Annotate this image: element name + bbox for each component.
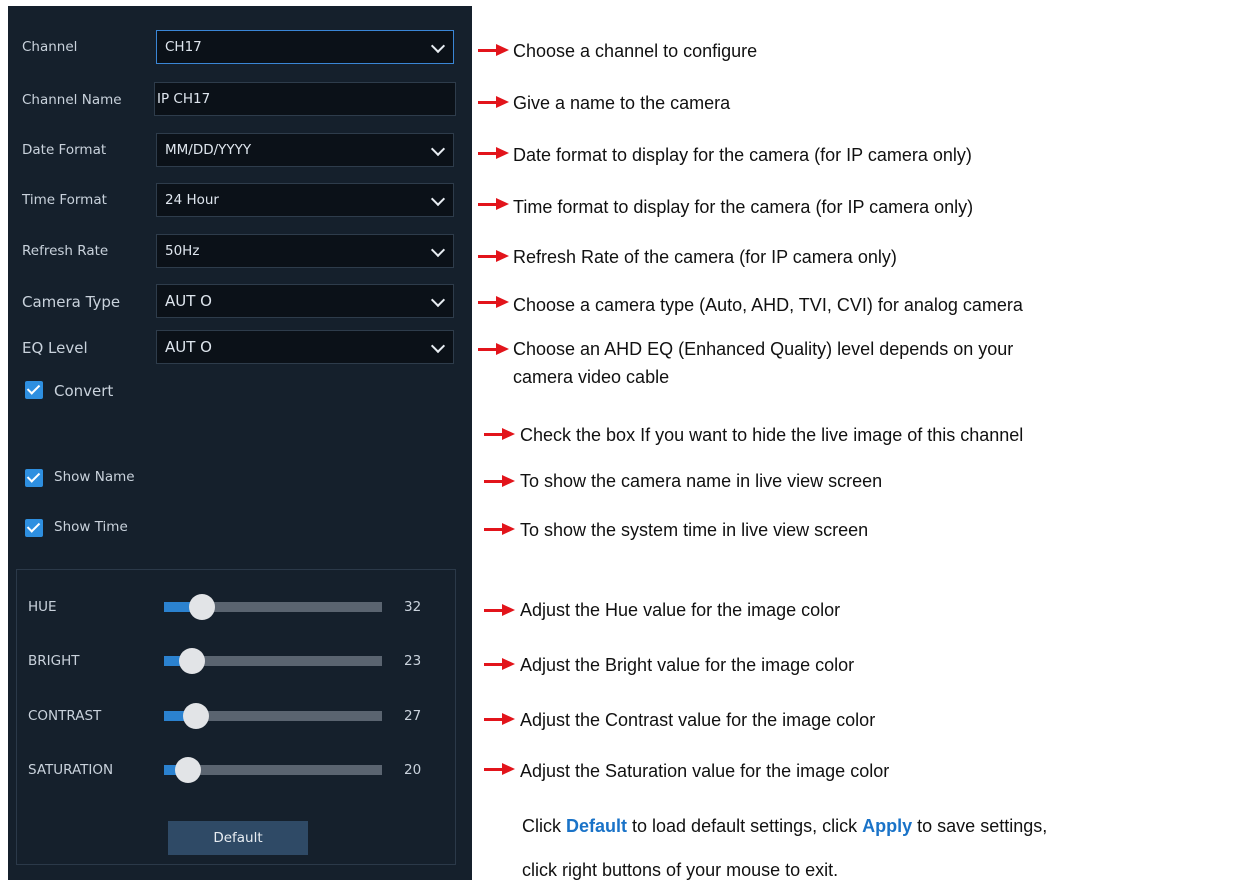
camera-type-value: AUT O	[165, 292, 212, 310]
red-arrow-icon	[484, 428, 516, 440]
channel-name-input[interactable]: IP CH17	[154, 82, 456, 116]
camera-type-label: Camera Type	[22, 293, 121, 311]
red-arrow-icon	[478, 198, 510, 210]
chevron-down-icon	[430, 292, 446, 308]
footer-text: to save settings,	[912, 816, 1048, 836]
red-arrow-icon	[478, 147, 510, 159]
eq-level-select[interactable]: AUT O	[156, 330, 454, 364]
red-arrow-icon	[484, 763, 516, 775]
saturation-value: 20	[404, 762, 422, 778]
red-arrow-icon	[484, 475, 516, 487]
annotation-channel: Choose a channel to configure	[513, 41, 758, 61]
refresh-rate-select[interactable]: 50Hz	[156, 234, 454, 268]
chevron-down-icon	[430, 38, 446, 54]
saturation-slider[interactable]	[164, 757, 382, 783]
annotation-refresh-rate: Refresh Rate of the camera (for IP camer…	[513, 247, 897, 267]
red-arrow-icon	[478, 296, 510, 308]
show-name-label: Show Name	[54, 469, 135, 485]
footer-note-line2: click right buttons of your mouse to exi…	[522, 860, 839, 880]
contrast-value: 27	[404, 708, 422, 724]
show-time-label: Show Time	[54, 519, 128, 535]
chevron-down-icon	[430, 191, 446, 207]
red-arrow-icon	[478, 250, 510, 262]
red-arrow-icon	[478, 96, 510, 108]
hue-slider-handle[interactable]	[189, 594, 215, 620]
time-format-select[interactable]: 24 Hour	[156, 183, 454, 217]
eq-level-label: EQ Level	[22, 339, 88, 357]
hue-value: 32	[404, 599, 422, 615]
footer-text: to load default settings, click	[627, 816, 863, 836]
eq-level-value: AUT O	[165, 338, 212, 356]
channel-select[interactable]: CH17	[156, 30, 454, 64]
contrast-slider[interactable]	[164, 703, 382, 729]
annotation-channel-name: Give a name to the camera	[513, 93, 731, 113]
chevron-down-icon	[430, 141, 446, 157]
saturation-label: SATURATION	[28, 762, 114, 778]
camera-type-select[interactable]: AUT O	[156, 284, 454, 318]
footer-note-line1: Click Default to load default settings, …	[522, 816, 1047, 837]
annotation-hue: Adjust the Hue value for the image color	[520, 600, 841, 620]
channel-value: CH17	[165, 39, 202, 55]
hue-slider[interactable]	[164, 594, 382, 620]
annotation-show-name: To show the camera name in live view scr…	[520, 471, 883, 491]
red-arrow-icon	[484, 523, 516, 535]
channel-name-label: Channel Name	[22, 92, 122, 108]
chevron-down-icon	[430, 338, 446, 354]
annotation-show-time: To show the system time in live view scr…	[520, 520, 869, 540]
date-format-value: MM/DD/YYYY	[165, 142, 252, 158]
red-arrow-icon	[478, 44, 510, 56]
apply-keyword: Apply	[862, 816, 913, 836]
chevron-down-icon	[430, 242, 446, 258]
default-keyword: Default	[566, 816, 628, 836]
time-format-value: 24 Hour	[165, 192, 219, 208]
convert-label: Convert	[54, 382, 114, 400]
annotation-time-format: Time format to display for the camera (f…	[513, 197, 974, 217]
red-arrow-icon	[484, 713, 516, 725]
bright-label: BRIGHT	[28, 653, 80, 669]
show-name-checkbox[interactable]	[25, 469, 43, 487]
convert-checkbox[interactable]	[25, 381, 43, 399]
channel-label: Channel	[22, 39, 78, 55]
refresh-rate-value: 50Hz	[165, 243, 200, 259]
show-time-checkbox[interactable]	[25, 519, 43, 537]
date-format-select[interactable]: MM/DD/YYYY	[156, 133, 454, 167]
annotation-covert: Check the box If you want to hide the li…	[520, 425, 1024, 445]
annotation-bright: Adjust the Bright value for the image co…	[520, 655, 855, 675]
annotation-saturation: Adjust the Saturation value for the imag…	[520, 761, 890, 781]
annotation-date-format: Date format to display for the camera (f…	[513, 145, 972, 165]
saturation-slider-handle[interactable]	[175, 757, 201, 783]
annotation-eq-level-line1: Choose an AHD EQ (Enhanced Quality) leve…	[513, 339, 1014, 359]
bright-slider[interactable]	[164, 648, 382, 674]
footer-text: Click	[522, 816, 566, 836]
bright-slider-handle[interactable]	[179, 648, 205, 674]
annotation-eq-level-line2: camera video cable	[513, 367, 670, 387]
contrast-label: CONTRAST	[28, 708, 102, 724]
bright-value: 23	[404, 653, 422, 669]
default-button[interactable]: Default	[168, 821, 308, 855]
time-format-label: Time Format	[22, 192, 107, 208]
refresh-rate-label: Refresh Rate	[22, 243, 109, 259]
channel-name-value: IP CH17	[157, 91, 211, 107]
annotation-contrast: Adjust the Contrast value for the image …	[520, 710, 876, 730]
red-arrow-icon	[478, 343, 510, 355]
red-arrow-icon	[484, 604, 516, 616]
contrast-slider-handle[interactable]	[183, 703, 209, 729]
red-arrow-icon	[484, 658, 516, 670]
hue-label: HUE	[28, 599, 57, 615]
date-format-label: Date Format	[22, 142, 107, 158]
annotation-camera-type: Choose a camera type (Auto, AHD, TVI, CV…	[513, 295, 1023, 315]
